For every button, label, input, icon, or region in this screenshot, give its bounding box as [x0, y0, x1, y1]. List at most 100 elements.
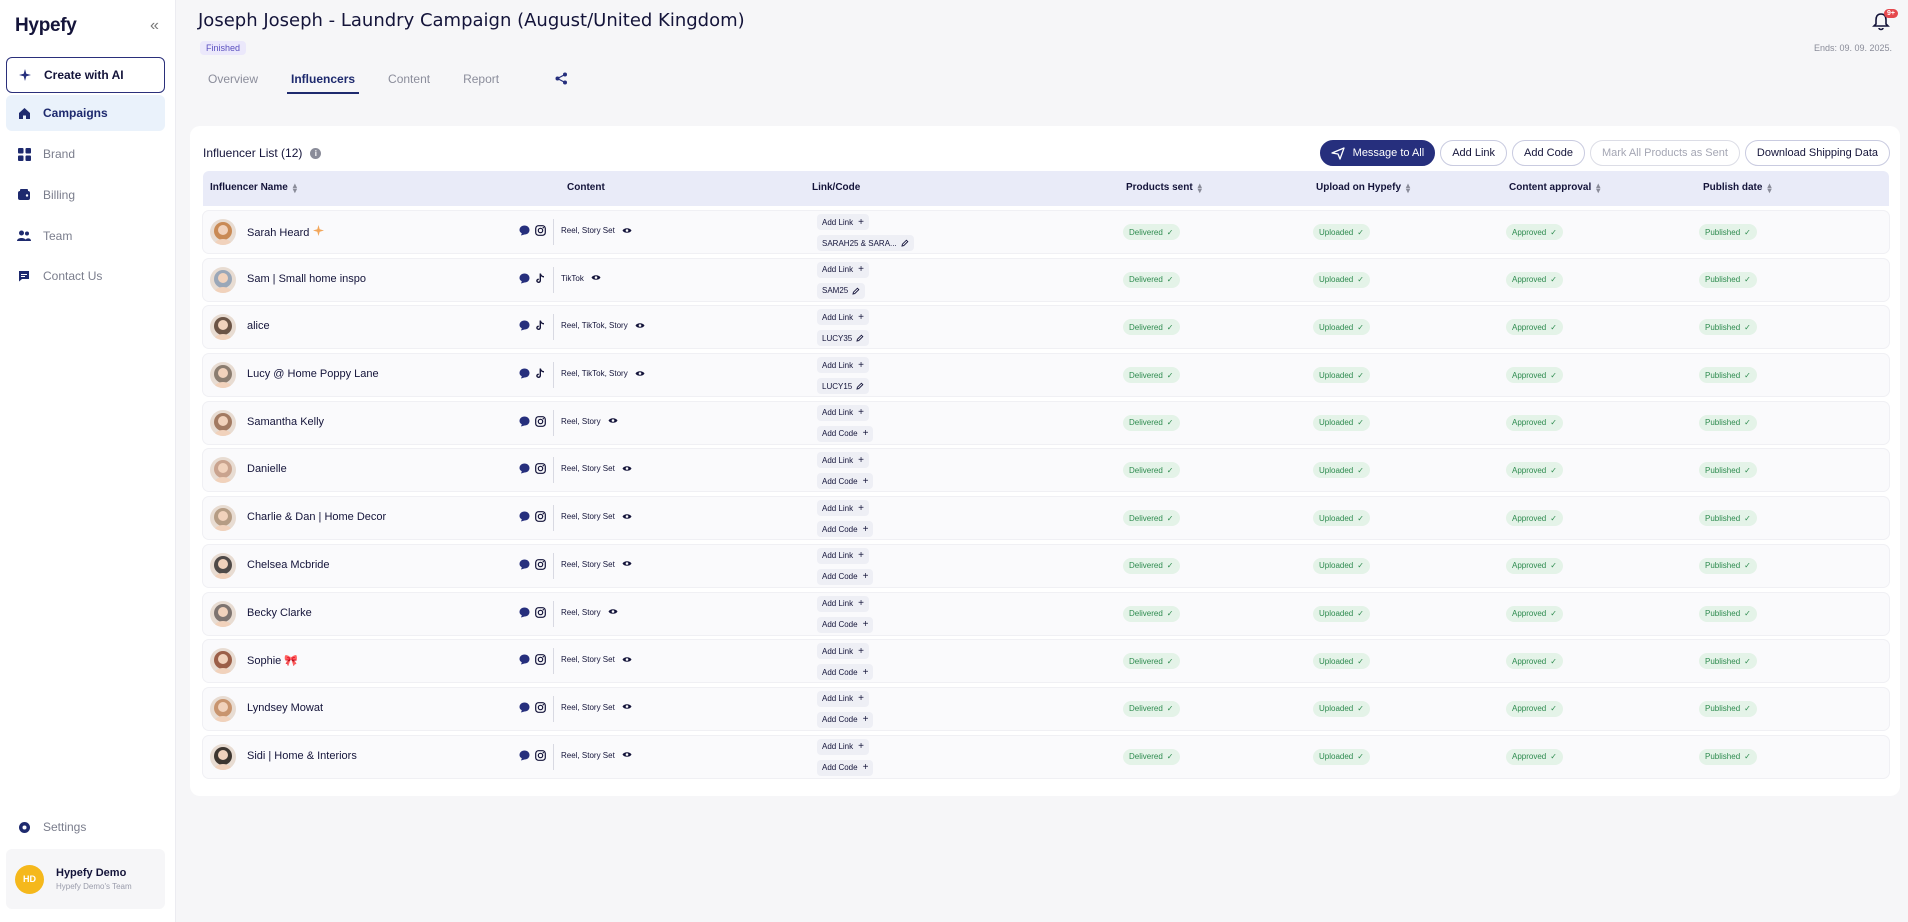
upload-status[interactable]: Uploaded ✓ [1313, 224, 1370, 240]
publish-status[interactable]: Published ✓ [1699, 557, 1757, 574]
publish-status[interactable]: Published ✓ [1699, 414, 1757, 431]
table-row[interactable]: alice Reel, TikTok, Story Add Link + LUCY… [203, 306, 1889, 349]
add-code-chip[interactable]: Add Code + [817, 425, 874, 442]
publish-status[interactable]: Published ✓ [1699, 653, 1757, 670]
eye-icon[interactable] [622, 703, 632, 711]
tab-overview[interactable]: Overview [208, 72, 258, 90]
col-publish-date[interactable]: Publish date ▴ ▾ [1703, 181, 1771, 194]
upload-status[interactable]: Uploaded ✓ [1313, 557, 1370, 574]
products-sent-status[interactable]: Delivered ✓ [1123, 510, 1180, 527]
influencer-name[interactable]: alice [247, 320, 270, 332]
publish-status[interactable]: Published ✓ [1699, 319, 1757, 336]
edit-icon[interactable] [856, 382, 864, 390]
add-link-chip[interactable]: Add Link + [817, 214, 869, 230]
publish-status[interactable]: Published ✓ [1699, 748, 1757, 765]
message-to-all-button[interactable]: Message to All [1319, 140, 1436, 166]
publish-status[interactable]: Published ✓ [1699, 462, 1757, 479]
eye-icon[interactable] [608, 417, 618, 425]
approval-status[interactable]: Approved ✓ [1506, 748, 1563, 765]
add-link-chip[interactable]: Add Link + [817, 309, 869, 326]
publish-status[interactable]: Published ✓ [1699, 367, 1757, 384]
add-link-chip[interactable]: Add Link + [817, 547, 869, 564]
upload-status[interactable]: Uploaded ✓ [1313, 319, 1370, 336]
products-sent-status[interactable]: Delivered ✓ [1123, 605, 1180, 622]
influencer-name[interactable]: Becky Clarke [247, 607, 312, 619]
eye-icon[interactable] [591, 274, 601, 282]
upload-status[interactable]: Uploaded ✓ [1313, 605, 1370, 622]
add-link-chip[interactable]: Add Link + [817, 261, 869, 278]
upload-status[interactable]: Uploaded ✓ [1313, 367, 1370, 384]
sort-icon[interactable]: ▴ ▾ [1596, 181, 1600, 194]
add-link-chip[interactable]: Add Link + [817, 452, 869, 469]
chat-icon[interactable] [519, 654, 530, 665]
tiktok-icon[interactable] [535, 320, 546, 331]
tiktok-icon[interactable] [535, 368, 546, 379]
col-upload[interactable]: Upload on Hypefy ▴ ▾ [1316, 181, 1410, 194]
instagram-icon[interactable] [535, 558, 546, 570]
discount-code-chip[interactable]: LUCY15 [817, 378, 870, 395]
sidebar-item-campaigns[interactable]: Campaigns [6, 95, 165, 131]
add-code-chip[interactable]: Add Code + [817, 473, 874, 490]
discount-code-chip[interactable]: LUCY35 [817, 330, 870, 347]
upload-status[interactable]: Uploaded ✓ [1313, 462, 1370, 479]
eye-icon[interactable] [622, 227, 632, 235]
eye-icon[interactable] [622, 560, 632, 568]
eye-icon[interactable] [635, 370, 645, 378]
sort-icon[interactable]: ▴ ▾ [1198, 181, 1202, 194]
table-row[interactable]: Sam | Small home inspo TikTok Add Link + … [203, 258, 1889, 301]
table-row[interactable]: Chelsea Mcbride Reel, Story Set Add Link… [203, 544, 1889, 587]
publish-status[interactable]: Published ✓ [1699, 271, 1757, 288]
edit-icon[interactable] [901, 239, 909, 247]
add-link-chip[interactable]: Add Link + [817, 643, 869, 660]
table-row[interactable]: Samantha Kelly Reel, Story Add Link + Add… [203, 401, 1889, 444]
discount-code-chip[interactable]: SAM25 [817, 282, 866, 299]
chat-icon[interactable] [519, 368, 530, 379]
instagram-icon[interactable] [535, 225, 546, 236]
products-sent-status[interactable]: Delivered ✓ [1123, 700, 1180, 717]
user-profile-card[interactable]: HD Hypefy Demo Hypefy Demo's Team [6, 849, 165, 909]
table-row[interactable]: Charlie & Dan | Home Decor Reel, Story S… [203, 497, 1889, 540]
chat-icon[interactable] [519, 273, 530, 284]
publish-status[interactable]: Published ✓ [1699, 605, 1757, 622]
eye-icon[interactable] [622, 513, 632, 521]
products-sent-status[interactable]: Delivered ✓ [1123, 462, 1180, 479]
table-row[interactable]: Sarah Heard Reel, Story Set Add Link + SA… [203, 211, 1889, 253]
products-sent-status[interactable]: Delivered ✓ [1123, 224, 1180, 240]
influencer-name[interactable]: Danielle [247, 463, 287, 475]
sidebar-item-settings[interactable]: Settings [6, 809, 165, 845]
upload-status[interactable]: Uploaded ✓ [1313, 700, 1370, 717]
influencer-name[interactable]: Sidi | Home & Interiors [247, 750, 357, 762]
chat-icon[interactable] [519, 750, 530, 761]
add-code-chip[interactable]: Add Code + [817, 568, 874, 585]
products-sent-status[interactable]: Delivered ✓ [1123, 653, 1180, 670]
sidebar-item-billing[interactable]: Billing [6, 177, 165, 213]
add-link-button[interactable]: Add Link [1440, 140, 1508, 166]
table-row[interactable]: Lucy @ Home Poppy Lane Reel, TikTok, Sto… [203, 354, 1889, 397]
upload-status[interactable]: Uploaded ✓ [1313, 748, 1370, 765]
info-icon[interactable]: i [310, 147, 322, 159]
eye-icon[interactable] [622, 751, 632, 759]
products-sent-status[interactable]: Delivered ✓ [1123, 271, 1180, 288]
products-sent-status[interactable]: Delivered ✓ [1123, 367, 1180, 384]
chat-icon[interactable] [519, 607, 530, 618]
influencer-name[interactable]: Lyndsey Mowat [247, 702, 323, 714]
upload-status[interactable]: Uploaded ✓ [1313, 653, 1370, 670]
tab-report[interactable]: Report [463, 72, 499, 90]
instagram-icon[interactable] [535, 749, 546, 761]
add-link-chip[interactable]: Add Link + [817, 500, 869, 517]
approval-status[interactable]: Approved ✓ [1506, 557, 1563, 574]
sort-icon[interactable]: ▴ ▾ [1767, 181, 1771, 194]
add-code-chip[interactable]: Add Code + [817, 616, 874, 633]
chat-icon[interactable] [519, 702, 530, 713]
products-sent-status[interactable]: Delivered ✓ [1123, 414, 1180, 431]
chat-icon[interactable] [519, 320, 530, 331]
upload-status[interactable]: Uploaded ✓ [1313, 414, 1370, 431]
publish-status[interactable]: Published ✓ [1699, 224, 1757, 240]
table-row[interactable]: Danielle Reel, Story Set Add Link + Add C… [203, 449, 1889, 492]
tab-influencers[interactable]: Influencers [287, 72, 360, 94]
col-products-sent[interactable]: Products sent ▴ ▾ [1126, 181, 1202, 194]
add-link-chip[interactable]: Add Link + [817, 404, 869, 421]
sort-icon[interactable]: ▴ ▾ [1406, 181, 1410, 194]
share-icon[interactable] [555, 72, 569, 86]
add-code-chip[interactable]: Add Code + [817, 759, 874, 776]
